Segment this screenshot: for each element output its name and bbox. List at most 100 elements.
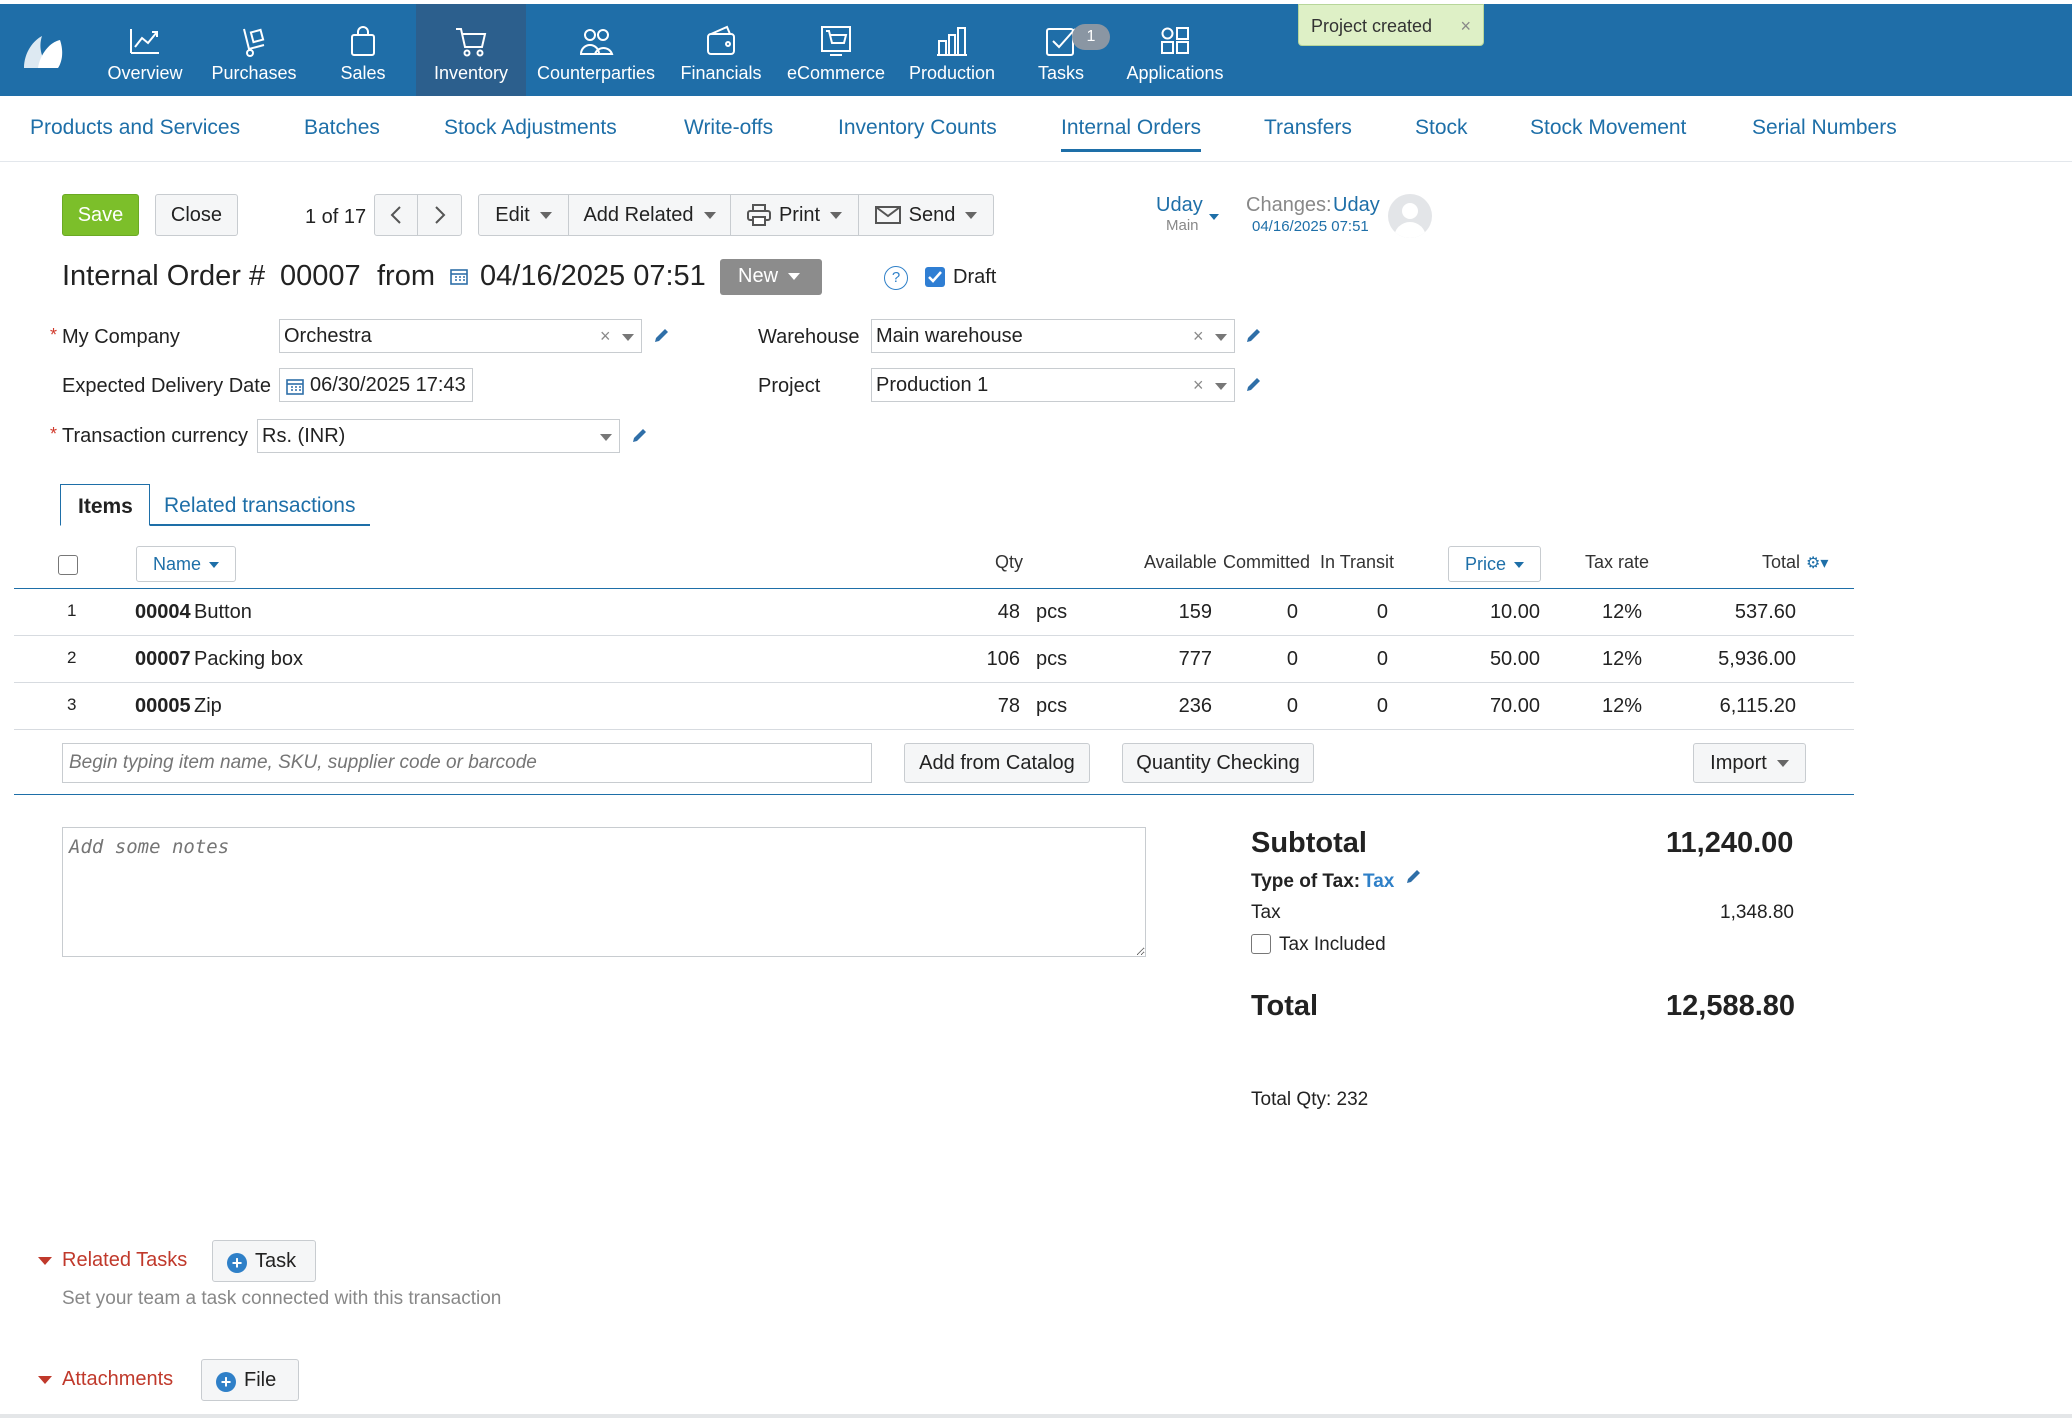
pencil-icon[interactable] <box>1404 868 1422 886</box>
nav-applications[interactable]: Applications <box>1126 4 1224 96</box>
item-qty[interactable]: 106 <box>940 648 1020 671</box>
item-tax-rate[interactable]: 12% <box>1580 648 1642 671</box>
nav-tasks[interactable]: Tasks <box>1036 4 1086 96</box>
subnav-stock-adjustments[interactable]: Stock Adjustments <box>444 116 617 140</box>
nav-inventory[interactable]: Inventory <box>416 4 526 96</box>
nav-counterparties[interactable]: Counterparties <box>536 4 656 96</box>
order-datetime[interactable]: 04/16/2025 07:51 <box>480 260 706 293</box>
subnav-internal-orders[interactable]: Internal Orders <box>1061 116 1202 152</box>
name-column-sort[interactable]: Name <box>136 546 237 582</box>
item-price[interactable]: 70.00 <box>1440 695 1540 718</box>
item-price[interactable]: 50.00 <box>1440 648 1540 671</box>
print-label: Print <box>778 203 821 226</box>
send-label: Send <box>908 203 956 226</box>
subnav-stock[interactable]: Stock <box>1415 116 1468 140</box>
item-name[interactable]: Zip <box>194 695 222 718</box>
toast-message: Project created <box>1311 16 1433 36</box>
cart-icon <box>453 23 489 59</box>
clear-icon[interactable]: × <box>1193 375 1204 396</box>
import-dropdown[interactable]: Import <box>1693 743 1806 783</box>
project-select[interactable]: Production 1 × <box>871 368 1235 402</box>
notes-textarea[interactable] <box>62 827 1146 957</box>
select-all-checkbox[interactable] <box>58 555 78 575</box>
subnav-transfers[interactable]: Transfers <box>1264 116 1352 140</box>
order-number[interactable]: 00007 <box>280 260 361 293</box>
toast-close-icon[interactable]: × <box>1460 16 1471 37</box>
chevron-down-icon <box>830 211 843 219</box>
warehouse-select[interactable]: Main warehouse × <box>871 319 1235 353</box>
quantity-checking-button[interactable]: Quantity Checking <box>1122 743 1314 783</box>
attachments-toggle[interactable]: Attachments <box>38 1368 173 1391</box>
nav-ecommerce[interactable]: eCommerce <box>786 4 886 96</box>
plus-circle-icon: + <box>216 1372 236 1392</box>
nav-production[interactable]: Production <box>908 4 996 96</box>
subnav-batches[interactable]: Batches <box>304 116 380 140</box>
status-dropdown[interactable]: New <box>720 259 822 295</box>
app-logo-icon[interactable] <box>20 30 66 72</box>
next-record-icon[interactable] <box>418 195 461 235</box>
pencil-icon[interactable] <box>1244 376 1262 394</box>
changes-user[interactable]: Uday <box>1333 194 1380 217</box>
item-unit: pcs <box>1036 695 1068 717</box>
add-related-label: Add Related <box>583 203 694 226</box>
item-qty[interactable]: 48 <box>940 601 1020 624</box>
my-company-select[interactable]: Orchestra × <box>279 319 642 353</box>
subnav-products-and-services[interactable]: Products and Services <box>30 116 240 140</box>
print-dropdown[interactable]: Print <box>731 195 859 235</box>
related-tasks-toggle[interactable]: Related Tasks <box>38 1249 187 1272</box>
calendar-icon[interactable] <box>286 377 304 395</box>
type-of-tax-value[interactable]: Tax <box>1363 871 1394 893</box>
nav-overview[interactable]: Overview <box>106 4 184 96</box>
price-column-sort[interactable]: Price <box>1448 546 1542 582</box>
pencil-icon[interactable] <box>1244 327 1262 345</box>
edit-dropdown[interactable]: Edit <box>479 195 569 235</box>
item-price[interactable]: 10.00 <box>1440 601 1540 624</box>
nav-purchases[interactable]: Purchases <box>208 4 300 96</box>
help-icon[interactable]: ? <box>884 266 908 290</box>
chevron-down-icon[interactable] <box>1215 334 1227 341</box>
item-name[interactable]: Button <box>194 601 252 624</box>
previous-record-icon[interactable] <box>375 195 419 235</box>
chevron-down-icon[interactable] <box>600 434 612 441</box>
item-qty[interactable]: 78 <box>940 695 1020 718</box>
item-in-transit: 0 <box>1376 648 1388 670</box>
calendar-icon[interactable] <box>450 267 468 285</box>
tab-items[interactable]: Items <box>60 484 150 526</box>
nav-sales[interactable]: Sales <box>334 4 392 96</box>
transaction-currency-select[interactable]: Rs. (INR) <box>257 419 620 453</box>
action-button-group: Edit Add Related Print Send <box>478 194 994 236</box>
column-settings-gear-icon[interactable]: ⚙▾ <box>1806 553 1828 573</box>
subnav-serial-numbers[interactable]: Serial Numbers <box>1752 116 1897 140</box>
item-tax-rate[interactable]: 12% <box>1580 601 1642 624</box>
add-task-button[interactable]: + Task <box>212 1240 316 1282</box>
clear-icon[interactable]: × <box>1193 326 1204 347</box>
my-company-label: My Company <box>62 326 180 348</box>
add-file-button[interactable]: + File <box>201 1359 299 1401</box>
owner-name[interactable]: Uday <box>1156 194 1203 217</box>
avatar[interactable] <box>1388 194 1432 238</box>
subnav-stock-movement[interactable]: Stock Movement <box>1530 116 1686 140</box>
add-related-dropdown[interactable]: Add Related <box>569 195 731 235</box>
draft-checkbox[interactable] <box>925 267 945 287</box>
subnav-write-offs[interactable]: Write-offs <box>684 116 773 140</box>
chevron-down-icon[interactable] <box>1215 383 1227 390</box>
tab-related-transactions[interactable]: Related transactions <box>150 484 370 526</box>
item-name[interactable]: Packing box <box>194 648 303 671</box>
add-item-search-input[interactable] <box>62 743 872 783</box>
owner-chevron-down-icon[interactable] <box>1209 214 1219 220</box>
pencil-icon[interactable] <box>630 427 648 445</box>
chevron-down-icon[interactable] <box>622 334 634 341</box>
delivery-date-input[interactable]: 06/30/2025 17:43 <box>279 368 473 402</box>
clear-icon[interactable]: × <box>600 326 611 347</box>
nav-financials[interactable]: Financials <box>680 4 762 96</box>
pencil-icon[interactable] <box>652 327 670 345</box>
tax-included-checkbox[interactable] <box>1251 934 1271 954</box>
subnav-inventory-counts[interactable]: Inventory Counts <box>838 116 997 140</box>
close-button[interactable]: Close <box>155 194 238 236</box>
save-button[interactable]: Save <box>62 194 139 236</box>
send-dropdown[interactable]: Send <box>859 195 993 235</box>
item-committed: 0 <box>1286 601 1298 623</box>
item-tax-rate[interactable]: 12% <box>1580 695 1642 718</box>
add-from-catalog-button[interactable]: Add from Catalog <box>904 743 1090 783</box>
cart-dolly-icon <box>236 23 272 59</box>
